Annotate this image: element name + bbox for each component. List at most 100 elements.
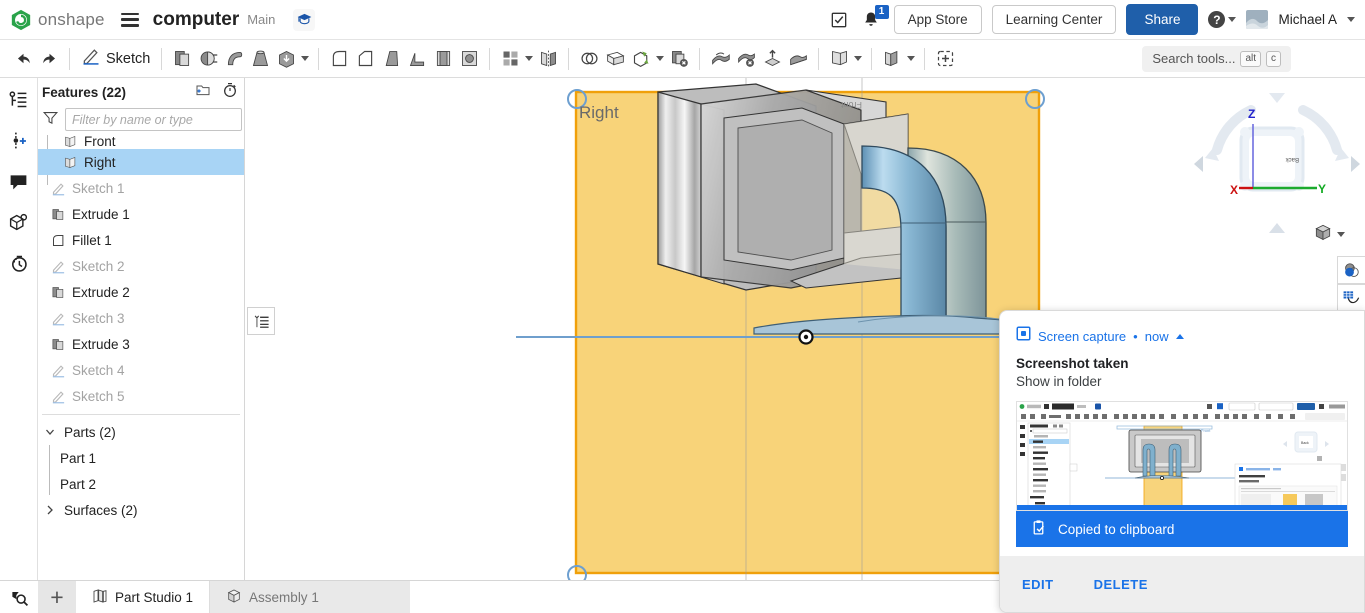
- fillet-icon[interactable]: [326, 46, 352, 72]
- chevron-down-icon[interactable]: [656, 56, 665, 61]
- tab-assembly-1[interactable]: Assembly 1: [210, 581, 411, 613]
- feature-list-icon[interactable]: [7, 87, 31, 111]
- thicken-icon[interactable]: [273, 46, 299, 72]
- user-name-label[interactable]: Michael A: [1278, 12, 1337, 27]
- chevron-down-icon[interactable]: [525, 56, 534, 61]
- learning-center-button[interactable]: Learning Center: [991, 5, 1117, 34]
- notification-bell-icon[interactable]: 1: [860, 4, 889, 32]
- split-icon[interactable]: [707, 46, 733, 72]
- tree-item-sketch-5[interactable]: Sketch 5: [38, 383, 244, 409]
- boolean-icon[interactable]: [576, 46, 602, 72]
- pattern-icon[interactable]: [497, 46, 523, 72]
- tree-item-part-2[interactable]: Part 2: [38, 471, 244, 497]
- app-store-button[interactable]: App Store: [893, 5, 982, 34]
- feature-filter-input[interactable]: [65, 108, 242, 131]
- redo-arrow-icon[interactable]: [36, 46, 62, 72]
- view-cube-back-label: Back: [1285, 156, 1299, 162]
- revolve-icon[interactable]: [195, 46, 221, 72]
- draft-icon[interactable]: [378, 46, 404, 72]
- help-menu[interactable]: ?: [1208, 11, 1237, 28]
- copied-to-clipboard-banner[interactable]: Copied to clipboard: [1016, 511, 1348, 547]
- sketch-button[interactable]: Sketch: [77, 46, 154, 71]
- tree-item-fillet-1[interactable]: Fillet 1: [38, 227, 244, 253]
- user-avatar[interactable]: [1246, 10, 1269, 29]
- chevron-down-icon[interactable]: [907, 56, 916, 61]
- delete-button[interactable]: DELETE: [1094, 577, 1148, 592]
- rollback-timer-icon[interactable]: [222, 82, 238, 103]
- replace-face-icon[interactable]: [785, 46, 811, 72]
- tree-item-sketch-4[interactable]: Sketch 4: [38, 357, 244, 383]
- add-tab-icon[interactable]: +: [38, 581, 76, 613]
- tree-item-label: Extrude 3: [72, 336, 130, 352]
- plane-icon: [62, 154, 78, 170]
- tree-item-extrude-2[interactable]: Extrude 2: [38, 279, 244, 305]
- chevron-down-icon[interactable]: [301, 56, 310, 61]
- tree-item-sketch-3[interactable]: Sketch 3: [38, 305, 244, 331]
- tree-group-parts[interactable]: Parts (2): [38, 419, 244, 445]
- delete-part-icon[interactable]: [666, 46, 692, 72]
- tree-item-front[interactable]: Front: [38, 135, 244, 149]
- mirror-icon[interactable]: [535, 46, 561, 72]
- loft-icon[interactable]: [247, 46, 273, 72]
- tree-item-extrude-3[interactable]: Extrude 3: [38, 331, 244, 357]
- sketch-label: Sketch: [106, 50, 151, 67]
- history-clock-icon[interactable]: [7, 251, 31, 275]
- undo-arrow-icon[interactable]: [10, 46, 36, 72]
- notification-separator: •: [1133, 328, 1138, 344]
- part-studio-icon: [92, 588, 108, 607]
- hole-icon[interactable]: [456, 46, 482, 72]
- tab-search-icon[interactable]: [0, 581, 38, 613]
- sheet-metal-icon[interactable]: [879, 46, 905, 72]
- grid-snap-icon[interactable]: [1337, 284, 1365, 312]
- comments-icon[interactable]: [7, 169, 31, 193]
- tree-item-sketch-2[interactable]: Sketch 2: [38, 253, 244, 279]
- check-circle-icon[interactable]: [828, 9, 850, 31]
- chevron-down-icon: [1228, 17, 1237, 22]
- tree-group-surfaces[interactable]: Surfaces (2): [38, 497, 244, 523]
- onshape-logo-icon[interactable]: [10, 9, 32, 31]
- new-folder-icon[interactable]: [195, 82, 211, 103]
- toolbar-divider: [489, 47, 491, 70]
- edit-button[interactable]: EDIT: [1022, 577, 1054, 592]
- toolbar-divider: [871, 47, 873, 70]
- add-feature-icon[interactable]: [932, 46, 958, 72]
- share-button[interactable]: Share: [1126, 4, 1199, 35]
- shell-icon[interactable]: [430, 46, 456, 72]
- user-menu-chevron-down-icon[interactable]: [1347, 17, 1355, 22]
- insert-point-icon[interactable]: [7, 128, 31, 152]
- plane-icon[interactable]: [602, 46, 628, 72]
- display-style-selector[interactable]: [1313, 222, 1345, 247]
- chevron-down-icon[interactable]: [42, 424, 58, 440]
- search-tools-input[interactable]: Search tools... alt c: [1142, 45, 1291, 72]
- transform-icon[interactable]: [628, 46, 654, 72]
- move-face-icon[interactable]: [759, 46, 785, 72]
- tree-item-sketch-1[interactable]: Sketch 1: [38, 175, 244, 201]
- tree-item-part-1[interactable]: Part 1: [38, 445, 244, 471]
- rib-icon[interactable]: [404, 46, 430, 72]
- extrude-icon[interactable]: [169, 46, 195, 72]
- tab-part-studio-1[interactable]: Part Studio 1: [76, 581, 211, 613]
- graduation-cap-icon[interactable]: [293, 8, 316, 31]
- versions-cube-icon[interactable]: [7, 210, 31, 234]
- branch-label[interactable]: Main: [247, 12, 275, 27]
- surface-icon[interactable]: [826, 46, 852, 72]
- tree-item-right[interactable]: Right: [38, 149, 244, 175]
- tree-item-extrude-1[interactable]: Extrude 1: [38, 201, 244, 227]
- screenshot-thumbnail[interactable]: Front Back: [1016, 401, 1348, 511]
- chevron-up-icon[interactable]: [1175, 333, 1184, 339]
- delete-face-icon[interactable]: [733, 46, 759, 72]
- filter-funnel-icon[interactable]: [42, 109, 59, 131]
- chevron-down-icon[interactable]: [854, 56, 863, 61]
- display-style-cube-icon: [1313, 222, 1333, 247]
- chevron-right-icon[interactable]: [42, 502, 58, 518]
- sketch-icon: [50, 362, 66, 378]
- chevron-down-icon[interactable]: [1337, 232, 1345, 237]
- axis-x-label: X: [1230, 183, 1238, 197]
- sweep-icon[interactable]: [221, 46, 247, 72]
- screen-capture-notification[interactable]: Screen capture • now Screenshot taken Sh…: [999, 310, 1365, 613]
- appearance-icon[interactable]: [1337, 256, 1365, 284]
- list-view-toggle-icon[interactable]: [247, 307, 275, 335]
- chamfer-icon[interactable]: [352, 46, 378, 72]
- hamburger-menu-icon[interactable]: [120, 12, 139, 27]
- notification-subtitle[interactable]: Show in folder: [1000, 371, 1364, 389]
